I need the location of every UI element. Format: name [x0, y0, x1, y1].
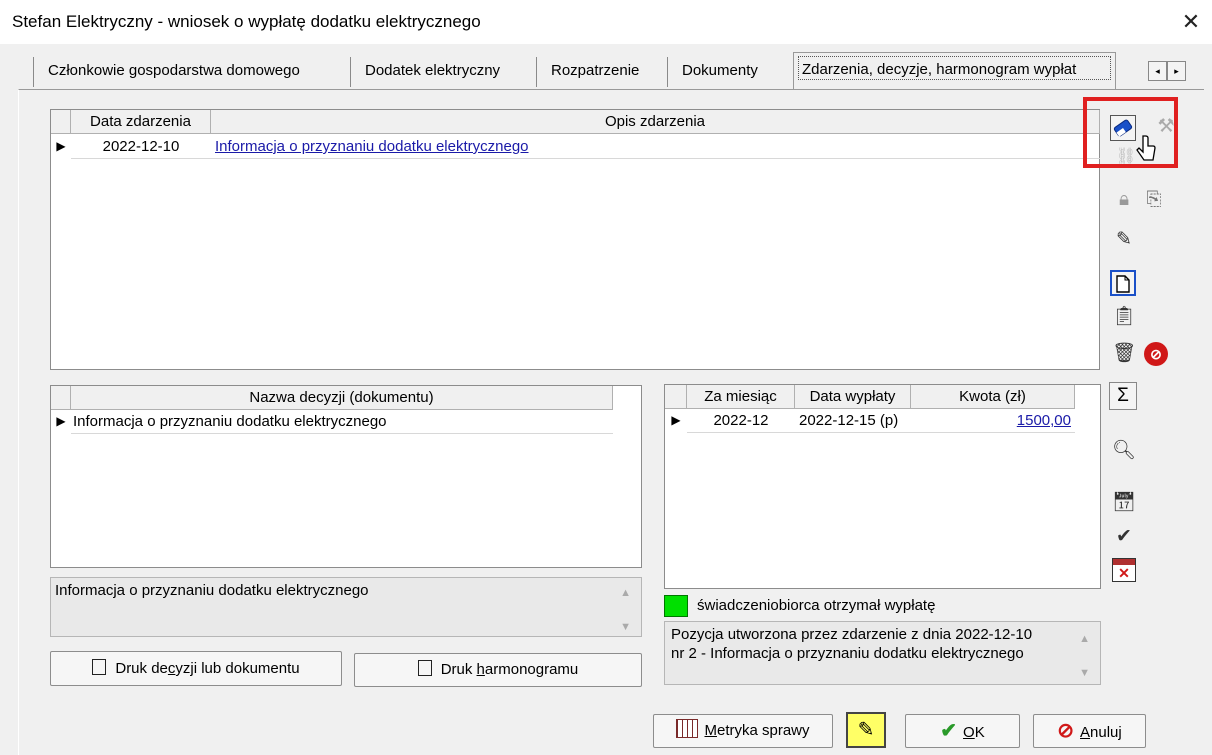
document-icon — [92, 659, 107, 675]
highlight-box — [1083, 97, 1178, 168]
row-indicator-icon: ▶ — [56, 414, 66, 428]
close-button[interactable]: ✕ — [1178, 9, 1204, 35]
tab-household-members[interactable]: Członkowie gospodarstwa domowego — [48, 62, 300, 79]
schedule-amount-link[interactable]: 1500,00 — [911, 409, 1071, 432]
search-document-icon[interactable]: 🔍︎ — [1110, 437, 1138, 465]
tab-separator — [667, 57, 668, 87]
window-title: Stefan Elektryczny - wniosek o wypłatę d… — [12, 12, 481, 31]
column-header-payment-date[interactable]: Data wypłaty — [795, 385, 911, 409]
calendar-delete-icon[interactable]: ✕ — [1112, 558, 1136, 582]
cancel-button[interactable]: ⊘ Anuluj — [1033, 714, 1146, 748]
decision-memo-text: Informacja o przyznaniu dodatku elektryc… — [55, 582, 369, 599]
paid-legend-swatch — [664, 595, 688, 617]
tab-electric-allowance[interactable]: Dodatek elektryczny — [365, 62, 500, 79]
note-edit-icon: ✎ — [857, 719, 875, 741]
title-bar: Stefan Elektryczny - wniosek o wypłatę d… — [0, 0, 1212, 44]
event-date-cell[interactable]: 2022-12-10 — [71, 135, 211, 159]
decision-name-cell[interactable]: Informacja o przyznaniu dodatku elektryc… — [73, 410, 387, 433]
tab-consideration[interactable]: Rozpatrzenie — [551, 62, 639, 79]
tab-documents[interactable]: Dokumenty — [682, 62, 758, 79]
row-indicator-icon: ▶ — [56, 139, 66, 153]
grid-corner — [665, 385, 687, 409]
schedule-memo-line2: nr 2 - Informacja o przyznaniu dodatku e… — [671, 645, 1024, 662]
schedule-payment-date-cell[interactable]: 2022-12-15 (p) — [799, 409, 911, 432]
schedule-memo: Pozycja utworzona przez zdarzenie z dnia… — [664, 621, 1101, 685]
scroll-up-icon[interactable]: ▲ — [620, 584, 631, 603]
ok-button[interactable]: ✔ OK — [905, 714, 1020, 748]
document-icon — [417, 660, 432, 676]
grid-corner — [51, 386, 71, 410]
attach-document-icon[interactable]: 📋︎ — [1110, 303, 1138, 331]
tab-separator — [33, 57, 34, 87]
column-header-event-description[interactable]: Opis zdarzenia — [211, 110, 1100, 134]
new-document-button[interactable] — [1110, 270, 1136, 296]
tab-separator — [536, 57, 537, 87]
tab-label: Zdarzenia, decyzje, harmonogram wypłat — [802, 61, 1077, 78]
column-header-amount[interactable]: Kwota (zł) — [911, 385, 1075, 409]
row-divider — [71, 433, 613, 434]
tab-scroll-right-button[interactable]: ▸ — [1167, 61, 1186, 81]
row-divider — [687, 432, 1075, 433]
calendar-icon[interactable]: 📅︎ — [1110, 489, 1138, 517]
checkmark-icon: ✔ — [940, 720, 958, 742]
column-header-event-date[interactable]: Data zdarzenia — [71, 110, 211, 134]
decision-memo: Informacja o przyznaniu dodatku elektryc… — [50, 577, 642, 637]
notes-button[interactable]: ✎ — [846, 712, 886, 748]
paid-legend-label: świadczeniobiorca otrzymał wypłatę — [697, 597, 936, 614]
event-description-link[interactable]: Informacja o przyznaniu dodatku elektryc… — [215, 135, 529, 159]
schedule-memo-line1: Pozycja utworzona przez zdarzenie z dnia… — [671, 626, 1033, 643]
sum-button[interactable]: Σ — [1109, 382, 1137, 410]
scroll-up-icon[interactable]: ▲ — [1079, 630, 1090, 649]
lock-icon[interactable]: 🔒︎ — [1110, 186, 1138, 214]
row-divider — [71, 158, 1100, 159]
case-metrics-button[interactable]: Metryka sprawy — [653, 714, 833, 748]
dialog-window: Stefan Elektryczny - wniosek o wypłatę d… — [0, 0, 1212, 755]
tab-scroll-left-button[interactable]: ◂ — [1148, 61, 1167, 81]
schedule-grid[interactable]: Za miesiąc Data wypłaty Kwota (zł) ▶ 202… — [664, 384, 1101, 589]
print-decision-button[interactable]: Druk decyzji lub dokumentu — [50, 651, 342, 686]
tab-events-decisions-schedule[interactable]: Zdarzenia, decyzje, harmonogram wypłat — [793, 52, 1116, 90]
delete-trash-icon[interactable]: 🗑︎ — [1110, 340, 1138, 368]
column-header-month[interactable]: Za miesiąc — [687, 385, 795, 409]
column-header-decision-name[interactable]: Nazwa decyzji (dokumentu) — [71, 386, 613, 410]
schedule-month-cell[interactable]: 2022-12 — [687, 409, 795, 432]
print-schedule-button[interactable]: Druk harmonogramu — [354, 653, 642, 687]
row-indicator-icon: ▶ — [671, 413, 681, 427]
calendar-grid-icon — [676, 719, 699, 738]
scroll-down-icon[interactable]: ▼ — [620, 618, 631, 637]
scroll-down-icon[interactable]: ▼ — [1079, 664, 1090, 683]
events-grid[interactable]: Data zdarzenia Opis zdarzenia ▶ 2022-12-… — [50, 109, 1100, 370]
grid-corner — [51, 110, 71, 134]
prohibited-icon: ⊘ — [1057, 720, 1075, 742]
note-edit-icon[interactable]: ✎ — [1110, 226, 1138, 254]
paid-mark-icon[interactable]: ✔ — [1110, 523, 1138, 551]
cancel-event-icon[interactable]: ⊘ — [1144, 342, 1168, 366]
tab-separator — [350, 57, 351, 87]
copy-document-icon[interactable]: ⎘ — [1140, 186, 1168, 214]
decisions-grid[interactable]: Nazwa decyzji (dokumentu) ▶ Informacja o… — [50, 385, 642, 568]
